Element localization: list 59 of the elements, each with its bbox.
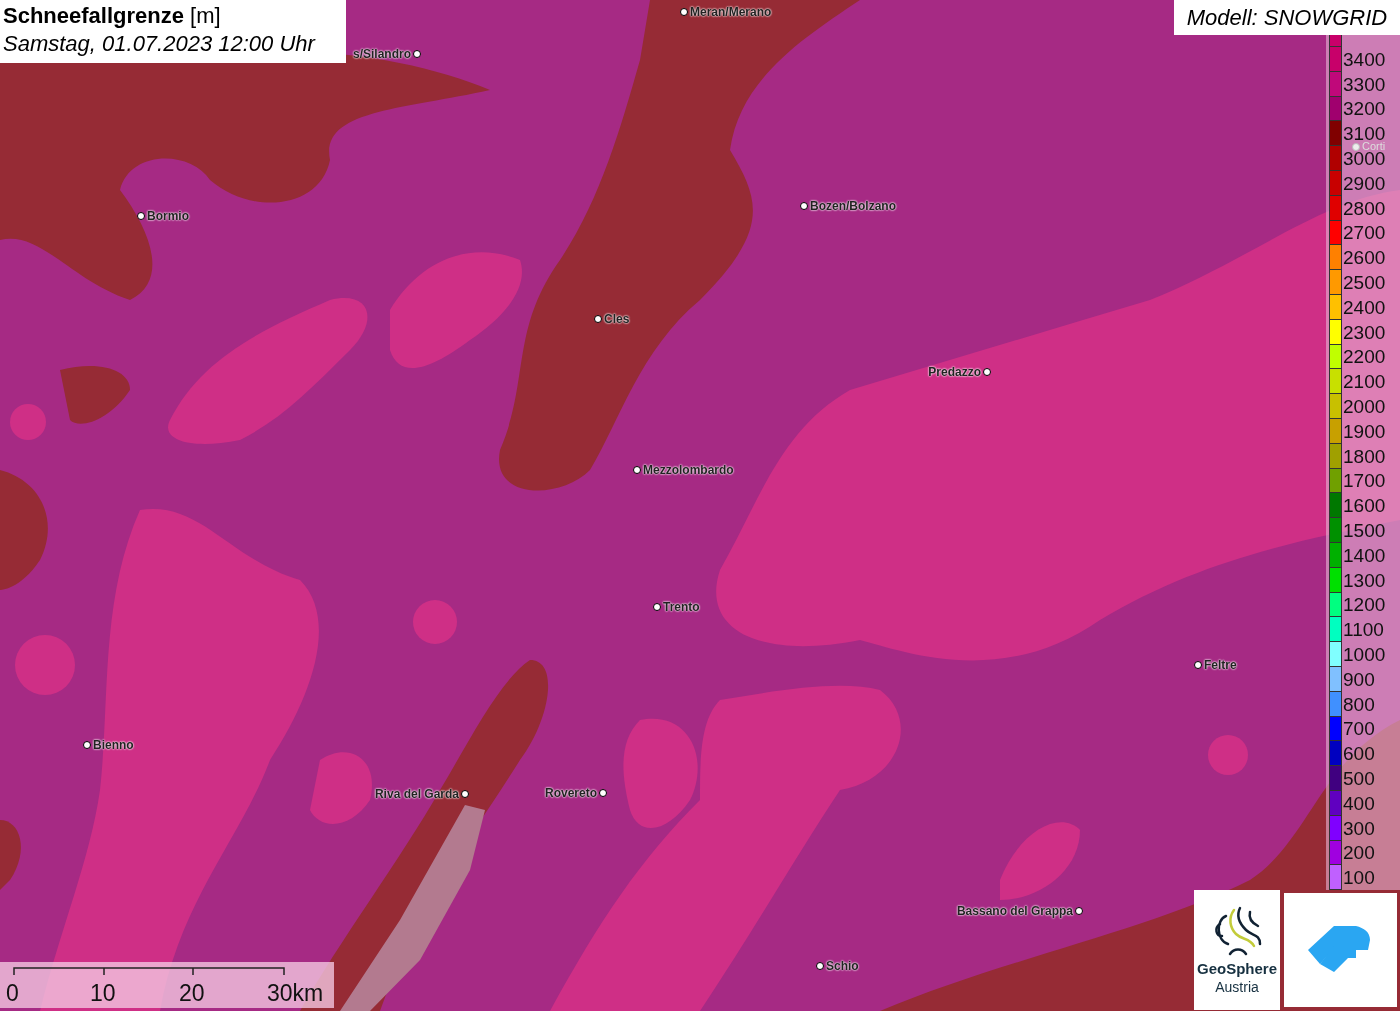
legend-label: 2300 [1343, 324, 1386, 340]
city-label: Bormio [147, 208, 189, 224]
scale-label: 10 [90, 980, 116, 1006]
map-title: Schneefallgrenze [m] [3, 2, 222, 30]
legend-label: 1300 [1343, 572, 1386, 588]
logo-subtitle: Austria [1215, 978, 1259, 996]
legend-label: 1200 [1343, 597, 1386, 613]
legend-label: 100 [1343, 870, 1375, 886]
legend-label: 1100 [1343, 622, 1384, 638]
forecast-datetime: Samstag, 01.07.2023 12:00 Uhr [3, 30, 317, 58]
legend-label: 2900 [1343, 175, 1386, 191]
legend-label: 2000 [1343, 399, 1386, 415]
city-label: Trento [663, 599, 700, 615]
legend-label: 2600 [1343, 250, 1386, 266]
legend-label: 3100 [1343, 126, 1386, 142]
legend-label: 1000 [1343, 647, 1386, 662]
legend-label: 3200 [1343, 101, 1386, 117]
legend-label: 600 [1343, 746, 1375, 762]
legend-label: 1900 [1343, 423, 1386, 439]
scale-label: 0 [6, 980, 19, 1006]
legend-label: 2100 [1343, 374, 1386, 390]
city-label: Meran/Merano [690, 4, 772, 20]
legend-label: 700 [1343, 721, 1375, 737]
city-label: Feltre [1204, 657, 1237, 673]
city-label: s/Silandro [353, 46, 411, 62]
scale-label: 20 [179, 980, 205, 1006]
legend-label: 1800 [1343, 448, 1386, 464]
legend-label: 3300 [1343, 76, 1386, 92]
city-label: Bienno [93, 737, 134, 753]
legend-label: 500 [1343, 771, 1375, 786]
legend-label: 3400 [1343, 51, 1386, 67]
legend-label: 2200 [1343, 349, 1386, 365]
model-label: Modell: SNOWGRID [1174, 0, 1400, 35]
legend-label: 300 [1343, 820, 1375, 836]
city-label: Bozen/Bolzano [810, 198, 896, 214]
logo-wordmark: GeoSphere [1197, 960, 1277, 978]
legend-label: 900 [1343, 671, 1375, 687]
legend-label: 1600 [1343, 498, 1386, 514]
legend-label: 800 [1343, 696, 1375, 712]
city-label: Predazzo [928, 364, 981, 380]
legend-label: 400 [1343, 795, 1375, 811]
city-label: Mezzolombardo [643, 462, 734, 478]
legend-label: 2800 [1343, 200, 1386, 216]
scale-bar-icon [13, 967, 285, 976]
city-label: Corti [1362, 141, 1386, 151]
legend-label: 1700 [1343, 473, 1386, 489]
city-label: Bassano del Grappa [956, 903, 1073, 919]
legend-label: 1400 [1343, 547, 1386, 563]
scale-label: 30km [267, 980, 324, 1006]
legend-label: 3000 [1343, 151, 1386, 167]
legend-swatch [1329, 35, 1342, 47]
city-label: Rovereto [545, 785, 597, 801]
legend-label: 2400 [1343, 299, 1386, 315]
legend-label: 2500 [1343, 275, 1386, 291]
legend-label: 1500 [1343, 523, 1386, 539]
city-label: Schio [826, 958, 859, 974]
legend-label: 2700 [1343, 225, 1386, 241]
city-label: Cles [604, 311, 630, 327]
legend-label: 200 [1343, 845, 1375, 861]
